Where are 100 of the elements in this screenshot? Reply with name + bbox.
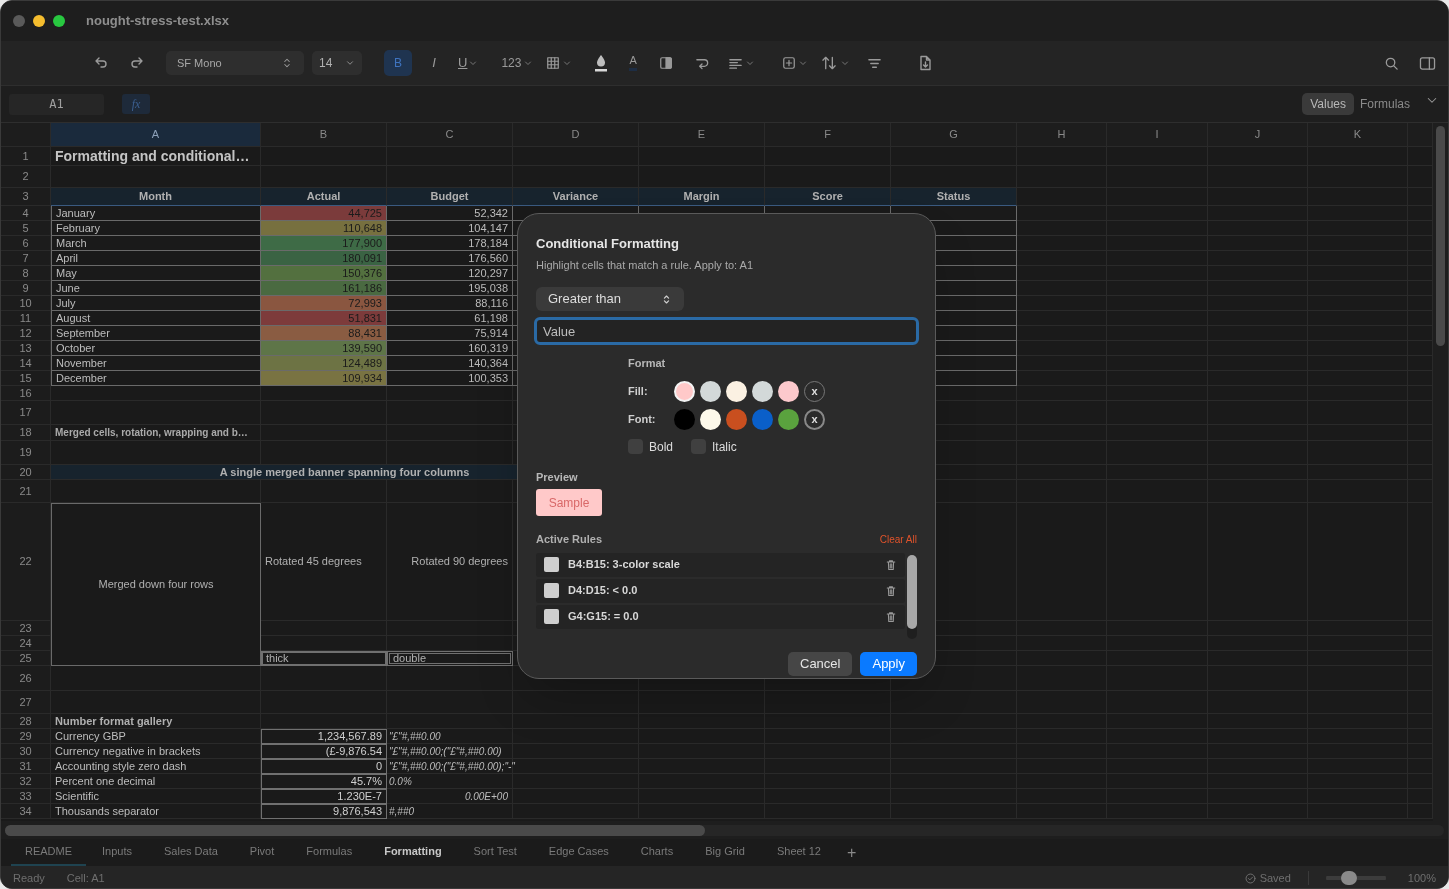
scrollbar-track[interactable] (5, 824, 1444, 836)
redo-icon[interactable] (129, 55, 145, 71)
row-number[interactable]: 14 (1, 356, 51, 371)
rule-row[interactable]: B4:B15: 3-color scale (536, 552, 905, 577)
search-icon[interactable] (1384, 55, 1399, 71)
row-number[interactable]: 21 (1, 480, 51, 503)
row-number[interactable]: 17 (1, 401, 51, 425)
color-swatch[interactable] (700, 408, 721, 430)
sheet-tab[interactable]: Inputs (86, 839, 149, 866)
row-number[interactable]: 2 (1, 166, 51, 188)
column-header[interactable]: E (639, 123, 765, 147)
scrollbar-thumb[interactable] (5, 824, 705, 836)
sort-button[interactable] (820, 55, 849, 71)
dialog-button[interactable]: Apply (860, 651, 917, 676)
row-number[interactable]: 27 (1, 691, 51, 714)
row-number[interactable]: 15 (1, 371, 51, 386)
document-export-icon[interactable] (917, 55, 932, 71)
row-number[interactable]: 29 (1, 729, 51, 744)
sheet-tab[interactable]: Sheet 12 (760, 839, 837, 866)
sheet-tab[interactable]: Sales Data (148, 839, 234, 866)
sheet-tab[interactable]: Pivot (233, 839, 291, 866)
column-header[interactable]: I (1107, 123, 1208, 147)
row-number[interactable]: 23 (1, 621, 51, 636)
row-number[interactable]: 31 (1, 759, 51, 774)
row-number[interactable]: 9 (1, 281, 51, 296)
trash-icon[interactable] (885, 584, 897, 597)
sheet-tab[interactable]: Formulas (290, 839, 369, 866)
row-number[interactable]: 4 (1, 206, 51, 221)
column-header[interactable]: K (1308, 123, 1408, 147)
sidebar-icon[interactable] (1419, 55, 1436, 71)
rule-row[interactable]: G4:G15: = 0.0 (536, 604, 905, 629)
row-number[interactable]: 12 (1, 326, 51, 341)
row-number[interactable]: 22 (1, 503, 51, 621)
row-number[interactable]: 32 (1, 774, 51, 789)
insert-button[interactable] (781, 56, 807, 70)
bold-button[interactable]: B (384, 50, 412, 76)
view-mode-tab[interactable]: Formulas (1356, 93, 1414, 115)
color-swatch[interactable] (674, 408, 695, 430)
font-select[interactable]: SF Mono (166, 51, 304, 75)
row-number[interactable]: 20 (1, 465, 51, 480)
clear-all-link[interactable]: Clear All (879, 531, 917, 547)
no-font-color-button[interactable]: x (804, 408, 825, 430)
column-header[interactable]: A (51, 123, 261, 147)
sheet-tab[interactable]: Formatting (368, 839, 458, 866)
row-number[interactable]: 6 (1, 236, 51, 251)
row-number[interactable]: 8 (1, 266, 51, 281)
color-swatch[interactable] (726, 380, 747, 402)
column-header[interactable]: G (891, 123, 1017, 147)
sheet-tab[interactable]: Charts (624, 839, 690, 866)
row-number[interactable]: 10 (1, 296, 51, 311)
column-header[interactable]: J (1208, 123, 1308, 147)
color-swatch[interactable] (778, 408, 799, 430)
dialog-button[interactable]: Cancel (788, 651, 853, 676)
row-number[interactable]: 18 (1, 425, 51, 441)
close-window-button[interactable] (13, 15, 25, 27)
value-field[interactable]: Value (534, 317, 919, 345)
column-header[interactable]: B (261, 123, 387, 147)
column-header[interactable]: C (387, 123, 513, 147)
add-sheet-button[interactable]: + (836, 839, 867, 866)
color-swatch[interactable] (700, 380, 721, 402)
minimize-window-button[interactable] (33, 15, 45, 27)
row-number[interactable]: 30 (1, 744, 51, 759)
sheet-tab[interactable]: Edge Cases (532, 839, 625, 866)
sheet-tab[interactable]: Sort Test (457, 839, 533, 866)
trash-icon[interactable] (885, 558, 897, 571)
view-mode-tab[interactable]: Values (1302, 93, 1354, 115)
row-number[interactable]: 28 (1, 714, 51, 729)
rule-row[interactable]: D4:D15: < 0.0 (536, 578, 905, 603)
color-swatch[interactable] (778, 380, 799, 402)
row-number[interactable]: 5 (1, 221, 51, 236)
contrast-icon[interactable] (658, 56, 673, 70)
row-number[interactable]: 16 (1, 386, 51, 401)
slider-thumb[interactable] (1341, 871, 1358, 885)
scrollbar-thumb[interactable] (1436, 126, 1445, 346)
row-number[interactable]: 7 (1, 251, 51, 266)
row-number[interactable]: 13 (1, 341, 51, 356)
trash-icon[interactable] (885, 610, 897, 623)
color-swatch[interactable] (726, 408, 747, 430)
row-number[interactable]: 34 (1, 804, 51, 819)
row-number[interactable]: 26 (1, 666, 51, 691)
condition-select[interactable]: Greater than (536, 287, 684, 311)
row-number[interactable]: 24 (1, 636, 51, 651)
undo-icon[interactable] (93, 55, 109, 71)
italic-button[interactable]: I (420, 50, 448, 76)
color-swatch[interactable] (752, 408, 773, 430)
font-size-select[interactable]: 14 (312, 51, 362, 75)
fill-color-icon[interactable] (593, 53, 610, 73)
scrollbar-thumb[interactable] (907, 554, 917, 629)
row-number[interactable]: 19 (1, 441, 51, 465)
sheet-tab[interactable]: Big Grid (689, 839, 761, 866)
cell-reference-field[interactable]: A1 (9, 93, 104, 115)
row-number[interactable]: 25 (1, 651, 51, 666)
column-header[interactable]: D (513, 123, 639, 147)
font-color-button[interactable]: A (629, 55, 637, 71)
borders-button[interactable] (546, 56, 572, 70)
row-number[interactable]: 3 (1, 188, 51, 206)
color-swatch[interactable] (752, 380, 773, 402)
row-number[interactable]: 33 (1, 789, 51, 804)
underline-button[interactable]: U (454, 50, 482, 76)
row-number[interactable]: 1 (1, 147, 51, 166)
